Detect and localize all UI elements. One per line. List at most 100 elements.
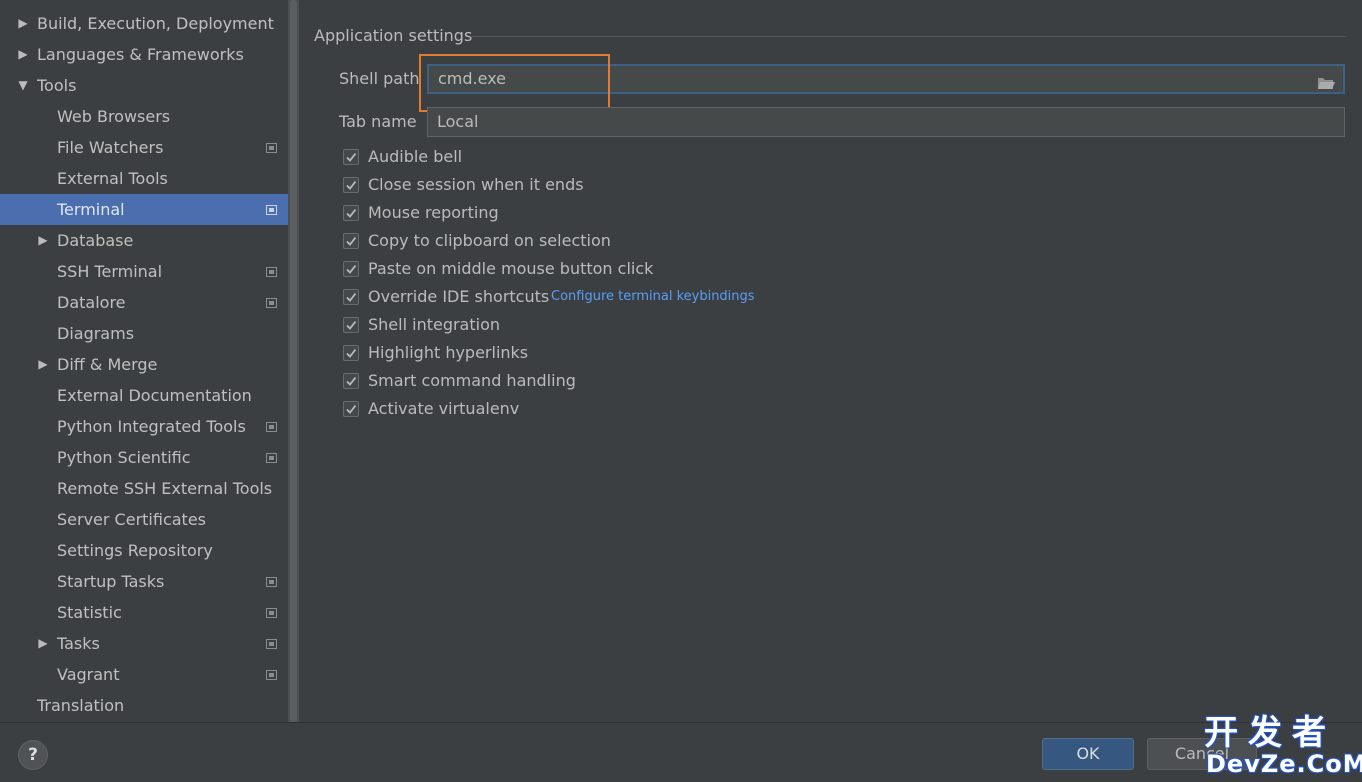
configure-keybindings-link[interactable]: Configure terminal keybindings <box>551 286 755 308</box>
chevron-right-icon[interactable]: ▶ <box>37 349 49 380</box>
project-level-icon <box>266 422 277 432</box>
sidebar-item[interactable]: Settings Repository <box>0 535 288 566</box>
sidebar-item-label: Remote SSH External Tools <box>57 479 273 498</box>
sidebar-item-label: SSH Terminal <box>57 262 163 281</box>
sidebar-item[interactable]: ▶ Version Control <box>0 0 288 8</box>
sidebar-item[interactable]: SSH Terminal <box>0 256 288 287</box>
shell-path-input[interactable]: cmd.exe <box>427 64 1345 94</box>
project-level-icon <box>266 143 277 153</box>
cancel-button[interactable]: Cancel <box>1147 738 1257 770</box>
sidebar-item-label: External Documentation <box>57 386 252 405</box>
section-title: Application settings <box>314 26 473 45</box>
chevron-right-icon[interactable]: ▶ <box>17 39 29 70</box>
project-level-icon <box>266 267 277 277</box>
checkmark-icon <box>346 180 357 190</box>
chevron-right-icon[interactable]: ▶ <box>37 225 49 256</box>
sidebar-item[interactable]: Datalore <box>0 287 288 318</box>
sidebar-item[interactable]: ▶ Diff & Merge <box>0 349 288 380</box>
sidebar-item[interactable]: ▶ Build, Execution, Deployment <box>0 8 288 39</box>
checkbox[interactable] <box>343 401 359 417</box>
sidebar-item-label: Tasks <box>57 634 100 653</box>
sidebar-item-label: Python Integrated Tools <box>57 417 246 436</box>
checkmark-icon <box>346 376 357 386</box>
checkbox[interactable] <box>343 205 359 221</box>
project-level-icon <box>266 453 277 463</box>
checkbox[interactable] <box>343 373 359 389</box>
checkbox-label: Activate virtualenv <box>368 399 520 418</box>
settings-tree: ▶ Version Control ▶ Build, Execution, Deplo… <box>0 0 288 721</box>
sidebar-item[interactable]: Translation <box>0 690 288 721</box>
sidebar-item[interactable]: Terminal <box>0 194 288 225</box>
sidebar-item[interactable]: ▶ Languages & Frameworks <box>0 39 288 70</box>
checkbox-label: Shell integration <box>368 315 501 334</box>
checkbox-label: Smart command handling <box>368 371 576 390</box>
tab-name-input[interactable]: Local <box>427 107 1345 137</box>
checkbox-label: Paste on middle mouse button click <box>368 259 654 278</box>
sidebar-item-label: Diagrams <box>57 324 135 343</box>
sidebar-item-label: Diff & Merge <box>57 355 158 374</box>
checkbox[interactable] <box>343 345 359 361</box>
sidebar-scrollbar-thumb[interactable] <box>290 0 297 722</box>
checkbox[interactable] <box>343 233 359 249</box>
sidebar-item[interactable]: ▶ Tasks <box>0 628 288 659</box>
sidebar-item[interactable]: File Watchers <box>0 132 288 163</box>
sidebar-item[interactable]: External Documentation <box>0 380 288 411</box>
checkmark-icon <box>346 348 357 358</box>
checkbox[interactable] <box>343 149 359 165</box>
checkmark-icon <box>346 264 357 274</box>
tab-name-value: Local <box>437 112 479 131</box>
sidebar-item-label: Vagrant <box>57 665 120 684</box>
checkbox[interactable] <box>343 289 359 305</box>
sidebar-item[interactable]: ▶ Database <box>0 225 288 256</box>
project-level-icon <box>266 608 277 618</box>
project-level-icon <box>266 298 277 308</box>
sidebar-item-label: Web Browsers <box>57 107 171 126</box>
ok-button[interactable]: OK <box>1042 738 1134 770</box>
dialog-footer: ? OK Cancel <box>0 722 1362 782</box>
sidebar-item[interactable]: Vagrant <box>0 659 288 690</box>
sidebar-item[interactable]: ▼ Tools <box>0 70 288 101</box>
project-level-icon <box>266 577 277 587</box>
sidebar-item-label: Version Control <box>37 0 159 8</box>
chevron-down-icon[interactable]: ▼ <box>17 70 29 101</box>
shell-path-label: Shell path <box>339 69 420 88</box>
help-button[interactable]: ? <box>18 740 48 770</box>
sidebar-item[interactable]: External Tools <box>0 163 288 194</box>
folder-open-icon[interactable] <box>1317 72 1335 89</box>
chevron-right-icon[interactable]: ▶ <box>17 0 29 8</box>
sidebar-item[interactable]: Statistic <box>0 597 288 628</box>
shell-path-value: cmd.exe <box>438 69 507 88</box>
sidebar-item-label: Build, Execution, Deployment <box>37 14 274 33</box>
sidebar-item[interactable]: Startup Tasks <box>0 566 288 597</box>
checkbox-label: Copy to clipboard on selection <box>368 231 611 250</box>
chevron-right-icon[interactable]: ▶ <box>37 628 49 659</box>
checkbox[interactable] <box>343 261 359 277</box>
sidebar-item[interactable]: Python Scientific <box>0 442 288 473</box>
terminal-settings-panel: Application settings Shell path cmd.exe … <box>300 0 1362 722</box>
checkbox-label: Override IDE shortcuts <box>368 287 550 306</box>
project-level-icon <box>266 205 277 215</box>
sidebar-item[interactable]: Python Integrated Tools <box>0 411 288 442</box>
sidebar-item[interactable]: Web Browsers <box>0 101 288 132</box>
sidebar-item-label: Tools <box>37 76 77 95</box>
sidebar-item-label: Statistic <box>57 603 122 622</box>
section-divider <box>470 36 1346 37</box>
sidebar-item[interactable]: Diagrams <box>0 318 288 349</box>
checkmark-icon <box>346 404 357 414</box>
checkbox[interactable] <box>343 317 359 333</box>
sidebar-item-label: External Tools <box>57 169 168 188</box>
checkmark-icon <box>346 152 357 162</box>
settings-tree-panel: ▶ Version Control ▶ Build, Execution, Deplo… <box>0 0 288 722</box>
tab-name-label: Tab name <box>339 112 417 131</box>
checkmark-icon <box>346 208 357 218</box>
sidebar-item-label: Database <box>57 231 134 250</box>
sidebar-item[interactable]: Server Certificates <box>0 504 288 535</box>
checkbox[interactable] <box>343 177 359 193</box>
checkbox-label: Audible bell <box>368 147 463 166</box>
chevron-right-icon[interactable]: ▶ <box>17 8 29 39</box>
checkbox-label: Mouse reporting <box>368 203 499 222</box>
project-level-icon <box>266 639 277 649</box>
checkbox-label: Highlight hyperlinks <box>368 343 529 362</box>
sidebar-item[interactable]: Remote SSH External Tools <box>0 473 288 504</box>
checkmark-icon <box>346 236 357 246</box>
